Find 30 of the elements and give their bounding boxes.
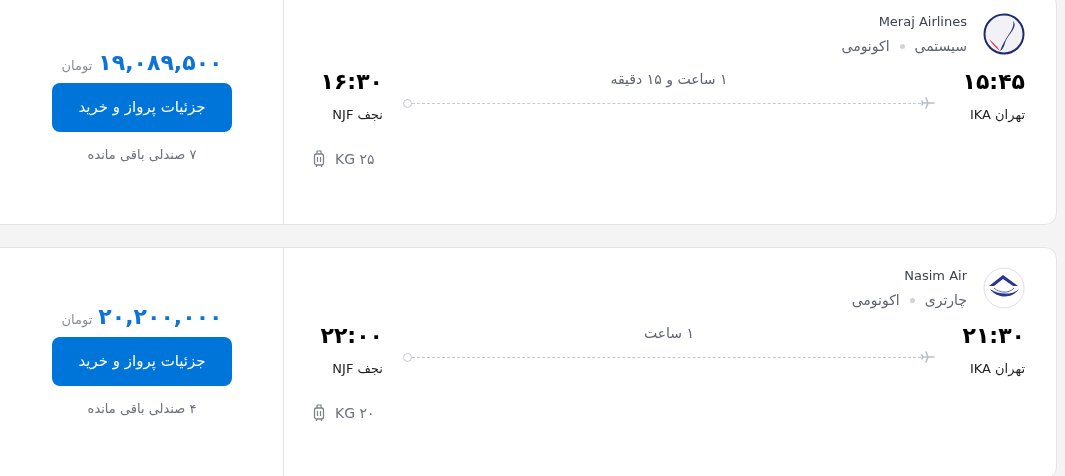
details-buy-button[interactable]: جزئیات پرواز و خرید [52,336,232,386]
flight-type: چارتری [924,291,967,311]
arrival-time: ۱۶:۳۰ [320,68,383,96]
baggage-allowance: ۲۵ KG [335,149,375,169]
currency: تومان [61,310,93,330]
baggage-allowance: ۲۰ KG [335,403,375,423]
flight-duration: ۱ ساعت [643,324,695,343]
price: ۲۰,۲۰۰,۰۰۰ [98,302,223,331]
departure-time: ۱۵:۴۵ [962,68,1025,96]
departure-time: ۲۱:۳۰ [962,322,1025,350]
flight-type: سیستمی [914,37,967,56]
airline-name: Nasim Air [904,267,967,285]
luggage-icon [313,150,325,168]
seats-remaining: ۴ صندلی باقی مانده [87,399,197,418]
departure-airport: تهران IKA [969,106,1025,124]
arrival-time: ۲۲:۰۰ [320,322,383,350]
departure-airport: تهران IKA [969,360,1025,378]
airline-logo-icon [983,267,1025,309]
airline-name: Meraj Airlines [878,13,967,31]
arrival-airport: نجف NJF [332,106,383,124]
currency: تومان [61,56,93,76]
arrival-airport: نجف NJF [332,360,383,378]
luggage-icon [313,404,325,422]
seats-remaining: ۷ صندلی باقی مانده [87,145,197,164]
price: ۱۹,۰۸۹,۵۰۰ [98,48,223,77]
details-buy-button[interactable]: جزئیات پرواز و خرید [52,82,232,132]
flight-duration: ۱ ساعت و ۱۵ دقیقه [610,70,728,90]
airline-logo-icon [983,13,1025,55]
cabin-class: اکونومی [851,291,900,311]
cabin-class: اکونومی [841,37,890,57]
